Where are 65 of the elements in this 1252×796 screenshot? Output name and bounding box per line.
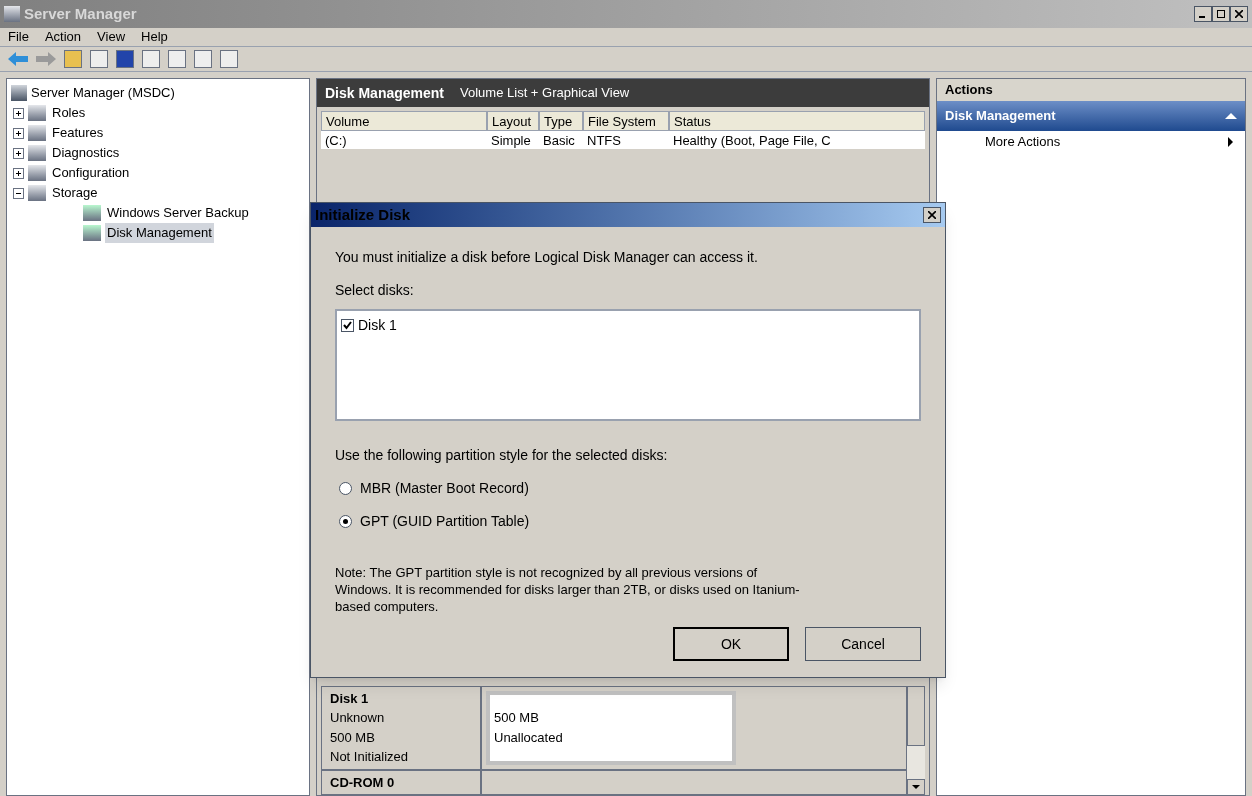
submenu-icon xyxy=(1228,137,1233,147)
actions-section[interactable]: Disk Management xyxy=(937,101,1245,131)
column-header[interactable]: Layout xyxy=(487,111,539,131)
table-cell-text: Healthy (Boot, Page File, C xyxy=(672,132,832,149)
radio-label: GPT (GUID Partition Table) xyxy=(360,512,530,531)
window-title: Server Manager xyxy=(24,3,137,24)
column-header[interactable]: Status xyxy=(669,111,925,131)
action-item[interactable]: More Actions xyxy=(937,131,1245,153)
select-label: Select disks: xyxy=(335,281,415,300)
expand-icon[interactable] xyxy=(13,147,24,159)
table-cell-text: NTFS xyxy=(586,132,622,149)
disk-detail: Unknown xyxy=(330,709,386,727)
note-text: Note: The GPT partition style is not recognized by all previous versions of Windows. It is recommended for disks larger than 2TB, or disks used on Itanium-based computers. xyxy=(335,564,801,615)
collapse-icon xyxy=(1225,113,1237,119)
tree-item[interactable]: Diagnostics xyxy=(50,143,122,163)
dialog-message: You must initialize a disk before Logical Disk Manager can access it. xyxy=(335,248,759,267)
column-header[interactable]: File System xyxy=(583,111,669,131)
actions-header: Actions xyxy=(937,79,1245,101)
scrollbar[interactable] xyxy=(907,685,925,795)
partition-text: Unallocated xyxy=(494,728,564,747)
menu-item[interactable]: View xyxy=(97,27,126,47)
tree-item[interactable]: Features xyxy=(50,123,106,143)
style-label: Use the following partition style for the selected disks: xyxy=(335,446,669,465)
expand-icon[interactable] xyxy=(13,107,24,119)
maximize-button[interactable] xyxy=(1212,6,1230,22)
disk-name: CD-ROM 0 xyxy=(330,773,396,792)
table-cell-text: (C:) xyxy=(324,132,348,149)
radio-button[interactable] xyxy=(339,515,352,528)
column-header[interactable]: Volume xyxy=(321,111,487,131)
table-cell-text: Basic xyxy=(542,132,576,149)
expand-icon[interactable] xyxy=(13,127,24,139)
close-icon xyxy=(1235,10,1243,18)
scroll-down-icon[interactable] xyxy=(907,779,925,795)
close-button[interactable] xyxy=(1230,6,1248,22)
column-header[interactable]: Type xyxy=(539,111,583,131)
menu-item[interactable]: File xyxy=(8,27,29,47)
disk-detail: Not Initialized xyxy=(330,748,410,766)
menu-item[interactable]: Help xyxy=(141,27,168,47)
tree-item[interactable]: Storage xyxy=(50,183,100,203)
tree-item[interactable]: Configuration xyxy=(50,163,132,183)
partition-text: 500 MB xyxy=(494,709,540,727)
radio-button[interactable] xyxy=(339,482,352,495)
minimize-button[interactable] xyxy=(1194,6,1212,22)
tree-item[interactable]: Server Manager (MSDC) xyxy=(31,83,175,103)
menu-item[interactable]: Action xyxy=(44,27,82,47)
disk-name: Disk 1 xyxy=(330,689,370,708)
maximize-icon xyxy=(1217,10,1225,18)
collapse-icon[interactable] xyxy=(13,187,24,199)
dialog-button[interactable]: OK xyxy=(673,627,789,661)
tree-item[interactable]: Disk Management xyxy=(105,223,214,243)
radio-label: MBR (Master Boot Record) xyxy=(360,479,529,498)
pane-subtitle: Volume List + Graphical View xyxy=(460,84,630,103)
expand-icon[interactable] xyxy=(13,167,24,179)
partition-box[interactable]: 500 MB Unallocated xyxy=(486,690,736,765)
checkbox-label: Disk 1 xyxy=(358,316,397,335)
disk-detail: 500 MB xyxy=(330,728,376,747)
tree-item[interactable]: Roles xyxy=(50,103,88,123)
dialog-button[interactable]: Cancel xyxy=(805,627,921,661)
pane-title: Disk Management xyxy=(325,83,445,103)
table-cell-text: Simple xyxy=(490,132,532,149)
close-button[interactable] xyxy=(923,207,941,223)
dialog-title: Initialize Disk xyxy=(315,204,411,225)
close-icon xyxy=(928,211,936,219)
checkbox[interactable] xyxy=(341,319,354,332)
tree-item[interactable]: Windows Server Backup xyxy=(105,203,251,223)
